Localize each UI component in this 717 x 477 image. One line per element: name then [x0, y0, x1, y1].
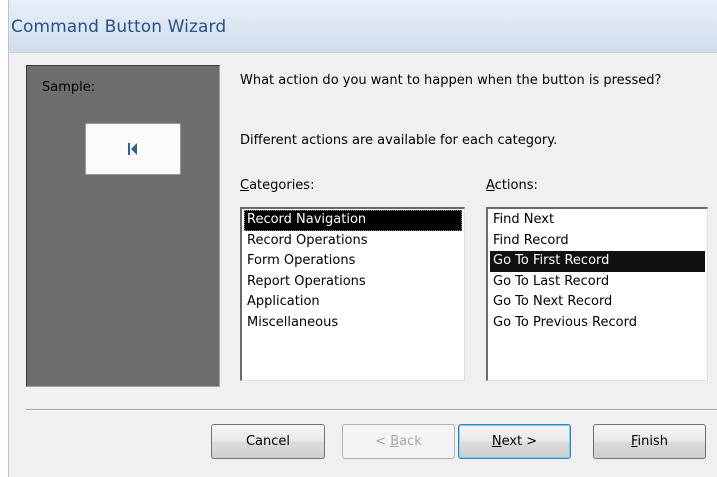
categories-label: Categories:: [240, 178, 315, 193]
category-item[interactable]: Form Operations: [244, 251, 462, 272]
window-title: Command Button Wizard: [11, 17, 227, 37]
category-item[interactable]: Miscellaneous: [244, 313, 462, 334]
button-separator: [26, 409, 717, 411]
category-item[interactable]: Report Operations: [244, 272, 462, 293]
actions-listbox[interactable]: Find Next Find Record Go To First Record…: [486, 207, 708, 381]
sample-label: Sample:: [42, 80, 96, 95]
command-button-wizard-dialog: Command Button Wizard Sample: What actio…: [8, 0, 717, 477]
cancel-button[interactable]: Cancel: [211, 424, 325, 459]
next-button[interactable]: Next >: [458, 424, 571, 459]
action-item[interactable]: Go To Last Record: [490, 272, 705, 293]
go-to-first-record-icon: [128, 143, 137, 155]
category-item[interactable]: Application: [244, 292, 462, 313]
actions-label: Actions:: [486, 178, 538, 193]
title-bar: Command Button Wizard: [9, 0, 717, 53]
action-item[interactable]: Find Record: [490, 231, 705, 252]
action-item[interactable]: Go To Next Record: [490, 292, 705, 313]
category-item[interactable]: Record Operations: [244, 231, 462, 252]
sample-button-preview: [85, 123, 181, 175]
sample-panel: Sample:: [26, 65, 220, 387]
back-button[interactable]: < Back: [342, 424, 455, 459]
action-item[interactable]: Go To First Record: [490, 251, 705, 272]
action-question: What action do you want to happen when t…: [240, 73, 662, 88]
action-item[interactable]: Find Next: [490, 210, 705, 231]
categories-listbox[interactable]: Record Navigation Record Operations Form…: [240, 207, 465, 381]
action-item[interactable]: Go To Previous Record: [490, 313, 705, 334]
category-info: Different actions are available for each…: [240, 133, 558, 148]
category-item[interactable]: Record Navigation: [244, 210, 462, 231]
finish-button[interactable]: Finish: [593, 424, 706, 459]
